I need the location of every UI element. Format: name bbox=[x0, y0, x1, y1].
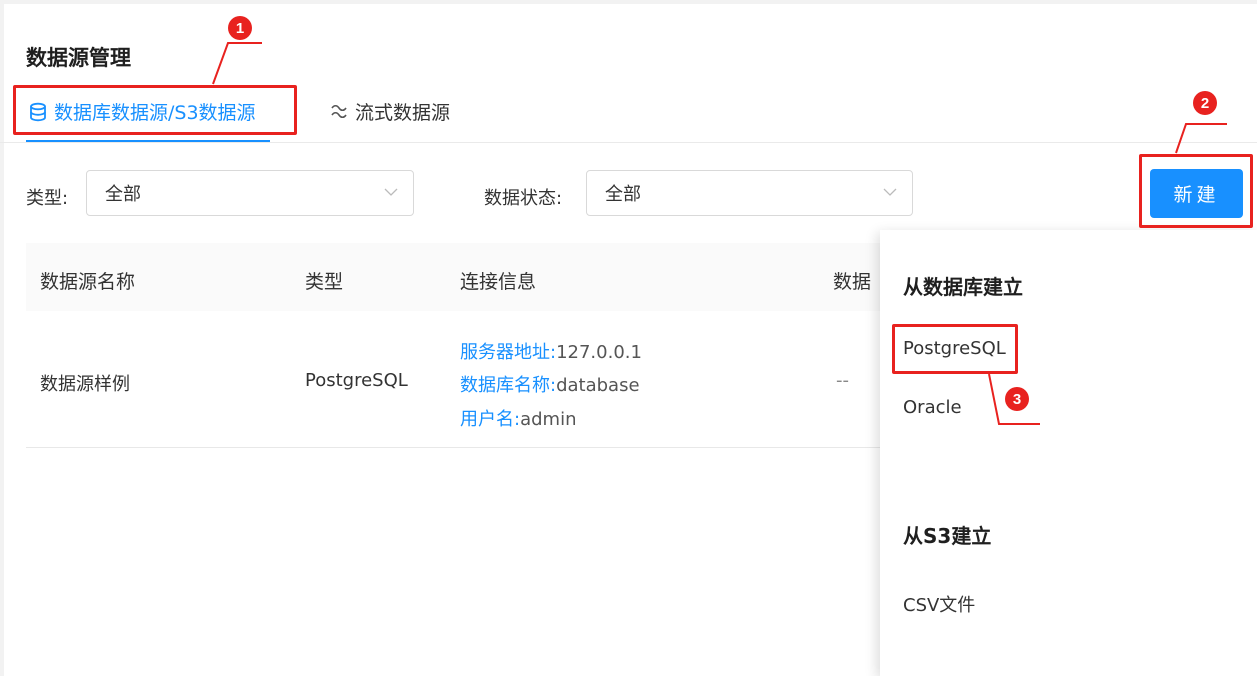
column-header-type: 类型 bbox=[305, 271, 344, 293]
stream-icon bbox=[329, 102, 349, 122]
column-header-name: 数据源名称 bbox=[40, 271, 136, 293]
connection-host: 服务器地址:127.0.0.1 bbox=[460, 338, 642, 364]
annotation-badge: 2 bbox=[1193, 91, 1217, 115]
annotation-highlight-box bbox=[1139, 154, 1253, 228]
chevron-down-icon bbox=[383, 184, 399, 200]
page-border bbox=[0, 0, 1257, 4]
chevron-down-icon bbox=[882, 184, 898, 200]
connection-value: 127.0.0.1 bbox=[556, 342, 642, 363]
type-select[interactable]: 全部 bbox=[86, 170, 414, 216]
annotation-badge: 3 bbox=[1005, 387, 1029, 411]
page-title: 数据源管理 bbox=[26, 46, 131, 70]
type-filter-label: 类型: bbox=[26, 188, 69, 209]
connection-key: 服务器地址: bbox=[460, 342, 557, 363]
annotation-badge: 1 bbox=[228, 16, 252, 40]
column-header-connection: 连接信息 bbox=[460, 271, 537, 293]
table-row-divider bbox=[26, 447, 880, 448]
annotation-highlight-box bbox=[13, 85, 297, 135]
column-header-status: 数据 bbox=[833, 271, 872, 293]
tab-label: 流式数据源 bbox=[355, 102, 451, 124]
tabs-divider bbox=[0, 142, 1257, 143]
status-select[interactable]: 全部 bbox=[586, 170, 913, 216]
table-header bbox=[26, 243, 880, 311]
menu-item-oracle[interactable]: Oracle bbox=[903, 397, 962, 418]
menu-item-csv-file[interactable]: CSV文件 bbox=[903, 591, 975, 617]
cell-datasource-name: 数据源样例 bbox=[40, 374, 130, 395]
connection-key: 用户名: bbox=[460, 409, 521, 430]
connection-key: 数据库名称: bbox=[460, 375, 557, 396]
status-filter-label: 数据状态: bbox=[484, 188, 563, 209]
type-select-value: 全部 bbox=[105, 184, 141, 205]
cell-datasource-type: PostgreSQL bbox=[305, 370, 408, 391]
tab-stream[interactable]: 流式数据源 bbox=[329, 98, 450, 125]
menu-group-from-database: 从数据库建立 bbox=[903, 275, 1023, 299]
connection-database: 数据库名称:database bbox=[460, 371, 640, 397]
status-select-value: 全部 bbox=[605, 184, 641, 205]
menu-group-from-s3: 从S3建立 bbox=[903, 524, 992, 548]
connection-user: 用户名:admin bbox=[460, 405, 576, 431]
annotation-highlight-box bbox=[892, 324, 1018, 374]
page-border bbox=[0, 0, 4, 676]
tab-active-indicator bbox=[26, 140, 270, 142]
connection-value: database bbox=[556, 375, 640, 396]
cell-datasource-status: -- bbox=[836, 370, 849, 391]
connection-value: admin bbox=[520, 409, 577, 430]
